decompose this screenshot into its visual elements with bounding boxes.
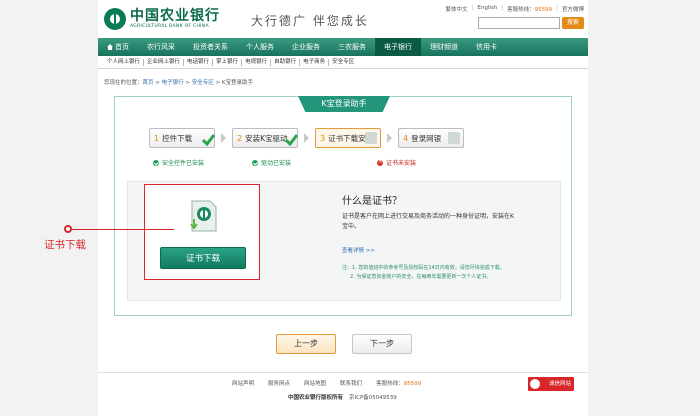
footer-copyright: 中国农业银行版权所有 京ICP备05049539 [288,395,397,401]
nav-item-home[interactable]: 首页 [98,38,138,56]
error-icon [377,158,383,166]
abc-logo-icon [104,8,126,30]
breadcrumb: 您现在的位置：首页 > 电子银行 > 安全专区 > K宝登录助手 [104,80,253,86]
bank-logo[interactable]: 中国农业银行 AGRICULTURAL BANK OF CHINA [104,8,220,30]
subnav-item-corporate-online[interactable]: 企业网上银行 [144,58,185,66]
subnav-item-personal-online[interactable]: 个人网上银行 [104,58,145,66]
footer-link-statement[interactable]: 网站声明 [232,379,254,387]
step-arrow-icon [221,133,226,143]
cert-download-button[interactable]: 证书下载 [160,247,246,269]
nav-item-creditcard[interactable]: 信用卡 [467,38,506,56]
step-login[interactable]: 4 登录网银 [398,128,464,148]
home-icon [107,44,113,50]
cert-download-box: 证书下载 [144,184,260,280]
status-control: 安全控件已安装 [153,158,204,167]
panel-title: K宝登录助手 [298,96,390,112]
footer-link-contact[interactable]: 联系我们 [340,379,362,387]
footer-icp: 京ICP备05049539 [349,395,397,401]
ok-icon [252,159,258,166]
footer-hotline: 客服热线：95599 [376,381,422,387]
step-control-download[interactable]: 1 控件下载 [149,128,215,148]
check-icon [201,134,215,147]
certificate-icon [365,132,377,144]
cert-download-icon [190,200,217,232]
subnav-item-phone[interactable]: 电话银行 [184,58,214,66]
check-icon [284,134,298,147]
step-nav-buttons: 上一步 下一步 [276,334,412,354]
info-notes: 注：1. 您的值班中的参考号及授权码在14日内有效，请您尽快完成下载。 2. 为… [342,264,552,282]
top-links: 繁体中文 | English | 客服热线：95599 | 官方微博 [445,5,585,13]
footer: 网站声明 服务网点 网站地图 联系我们 客服热线：95599 中国农业银行版权所… [98,372,588,416]
step-install-driver[interactable]: 2 安装K宝驱动 [232,128,298,148]
sub-nav: 个人网上银行 企业网上银行 电话银行 掌上银行 电视银行 自助银行 电子商务 安… [98,56,588,69]
nav-item-agriculture[interactable]: 三农服务 [329,38,375,56]
nav-item-ebanking[interactable]: 电子银行 [375,38,421,56]
breadcrumb-security[interactable]: 安全专区 [192,80,214,86]
nav-item-corporate[interactable]: 企业服务 [283,38,329,56]
subnav-item-ecommerce[interactable]: 电子商务 [300,58,330,66]
nav-item-personal[interactable]: 个人服务 [237,38,283,56]
next-button[interactable]: 下一步 [352,334,412,354]
info-note-2: 2. 为保证您资金账户的安全，在每两年需要更新一次个人证书。 [350,274,492,280]
nav-item-wealth[interactable]: 理财频道 [421,38,467,56]
search-input[interactable] [478,17,560,29]
step-arrow-icon [387,133,392,143]
slogan: 大行德广 伴您成长 [251,14,369,28]
prev-button[interactable]: 上一步 [276,334,336,354]
nav-item-investor[interactable]: 投资者关系 [184,38,237,56]
subnav-item-mobile[interactable]: 掌上银行 [213,58,243,66]
callout-line [68,229,174,230]
step-cert-install[interactable]: 3 证书下载安装 [315,128,381,148]
footer-link-branches[interactable]: 服务网点 [268,379,290,387]
bank-name: 中国农业银行 [130,8,220,24]
callout-dot-icon [64,225,72,233]
kbao-login-helper-panel: K宝登录助手 1 控件下载 2 安装K宝驱动 3 证书下载安装 4 登录网银 安… [114,96,572,316]
subnav-item-self-service[interactable]: 自助银行 [271,58,301,66]
trust-badge-icon [530,379,540,389]
trust-badge[interactable]: 诚信网站 [528,377,574,391]
link-traditional-chinese[interactable]: 繁体中文 [446,5,468,13]
ok-icon [153,159,159,166]
status-cert: 证书未安装 [377,158,416,167]
callout-label: 证书下载 [44,239,86,251]
content-area: 证书下载 什么是证书？ 证书是客户在网上进行交易及商务活动的一种身份证明，安装在… [127,181,561,301]
bank-name-en: AGRICULTURAL BANK OF CHINA [130,24,209,29]
page: 中国农业银行 AGRICULTURAL BANK OF CHINA 大行德广 伴… [98,0,588,416]
nav-item-about[interactable]: 农行风采 [138,38,184,56]
hotline-number: 95599 [534,7,553,13]
breadcrumb-home[interactable]: 首页 [143,80,154,86]
info-text: 证书是客户在网上进行交易及商务活动的一种身份证明，安装在K宝中。 [342,213,514,230]
breadcrumb-current: K宝登录助手 [221,80,253,86]
steps-bar: 1 控件下载 2 安装K宝驱动 3 证书下载安装 4 登录网银 [149,127,541,149]
footer-links: 网站声明 服务网点 网站地图 联系我们 客服热线：95599 [232,379,421,387]
subnav-item-tv[interactable]: 电视银行 [242,58,272,66]
search-button[interactable]: 搜索 [562,17,584,29]
breadcrumb-ebanking[interactable]: 电子银行 [162,80,184,86]
link-english[interactable]: English [477,5,497,13]
monitor-icon [448,132,460,144]
link-weibo[interactable]: 官方微博 [562,5,584,13]
subnav-item-security[interactable]: 安全专区 [329,59,357,66]
info-note-1: 注：1. 您的值班中的参考号及授权码在14日内有效，请您尽快完成下载。 [342,265,505,271]
status-driver: 驱动已安装 [252,158,291,167]
footer-link-sitemap[interactable]: 网站地图 [304,379,326,387]
main-nav: 首页 农行风采 投资者关系 个人服务 企业服务 三农服务 电子银行 理财频道 信… [98,38,588,56]
hotline-label: 客服热线：95599 [507,7,553,13]
info-title: 什么是证书？ [342,196,402,207]
info-more-link[interactable]: 查看详情 >> [342,246,375,254]
step-arrow-icon [304,133,309,143]
